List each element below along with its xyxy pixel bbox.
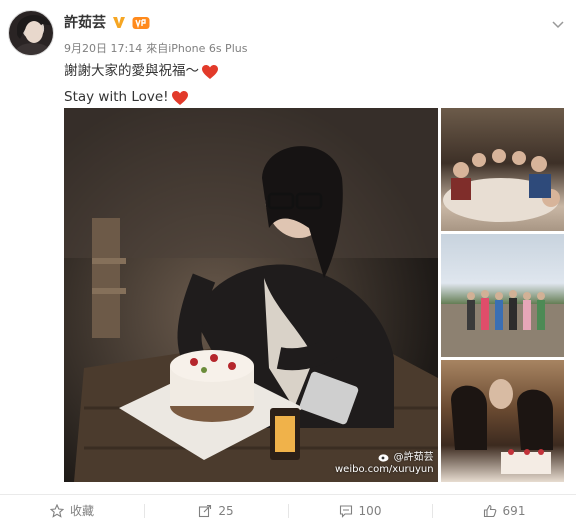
- favorite-label: 收藏: [69, 504, 94, 518]
- watermark-handle: @許茹芸: [393, 452, 434, 463]
- thumbnail-cake-illustration: [451, 379, 553, 474]
- verified-icon[interactable]: [112, 15, 126, 29]
- comment-icon: [339, 504, 352, 518]
- post-source: 來自iPhone 6s Plus: [146, 42, 248, 55]
- star-icon: [49, 503, 64, 518]
- photo-thumbnail-dinner[interactable]: [441, 108, 564, 231]
- user-name[interactable]: 許茹芸: [64, 12, 106, 32]
- avatar[interactable]: [8, 10, 54, 56]
- photo-thumbnail-cake[interactable]: [441, 360, 564, 482]
- post-line-1: 謝謝大家的愛與祝福～: [64, 58, 219, 84]
- photo-thumbnail-group[interactable]: [441, 234, 564, 357]
- post-time[interactable]: 9月20日 17:14: [64, 40, 142, 56]
- action-bar: 收藏 25 100 691: [0, 494, 576, 526]
- weibo-logo-icon: [378, 452, 390, 462]
- repost-button[interactable]: 25: [144, 495, 288, 526]
- like-button[interactable]: 691: [432, 495, 576, 526]
- avatar-body: [15, 43, 51, 55]
- main-photo[interactable]: [64, 108, 438, 482]
- post-meta: 9月20日 17:14 來自iPhone 6s Plus: [64, 40, 247, 56]
- thumbs-up-icon: [483, 504, 496, 517]
- post-line-1-text: 謝謝大家的愛與祝福～: [64, 63, 199, 79]
- like-count: 691: [502, 503, 526, 518]
- comment-button[interactable]: 100: [288, 495, 432, 526]
- comment-count: 100: [358, 503, 382, 518]
- name-row: 許茹芸: [64, 12, 150, 32]
- repost-icon: [199, 504, 212, 517]
- post-text: 謝謝大家的愛與祝福～ Stay with Love!: [64, 58, 219, 110]
- post-line-2-text: Stay with Love!: [64, 89, 169, 105]
- watermark-url: weibo.com/xuruyun: [335, 464, 434, 475]
- heart-icon: [171, 89, 189, 105]
- photo-watermark: @許茹芸 weibo.com/xuruyun: [335, 452, 434, 476]
- repost-count: 25: [218, 503, 234, 518]
- heart-icon: [201, 63, 219, 79]
- thumbnail-dinner-illustration: [443, 149, 560, 222]
- chevron-down-icon[interactable]: [552, 14, 564, 29]
- main-photo-illustration: [64, 108, 438, 482]
- favorite-button[interactable]: 收藏: [0, 495, 144, 526]
- avatar-face: [25, 21, 43, 43]
- weibo-post-card: 許茹芸 9月20日 17:14 來自iPhone 6s Plus 謝謝大家的愛與…: [0, 0, 576, 526]
- thumbnail-group-illustration: [441, 290, 564, 357]
- member-badge-icon[interactable]: [132, 15, 150, 29]
- post-line-2: Stay with Love!: [64, 84, 219, 110]
